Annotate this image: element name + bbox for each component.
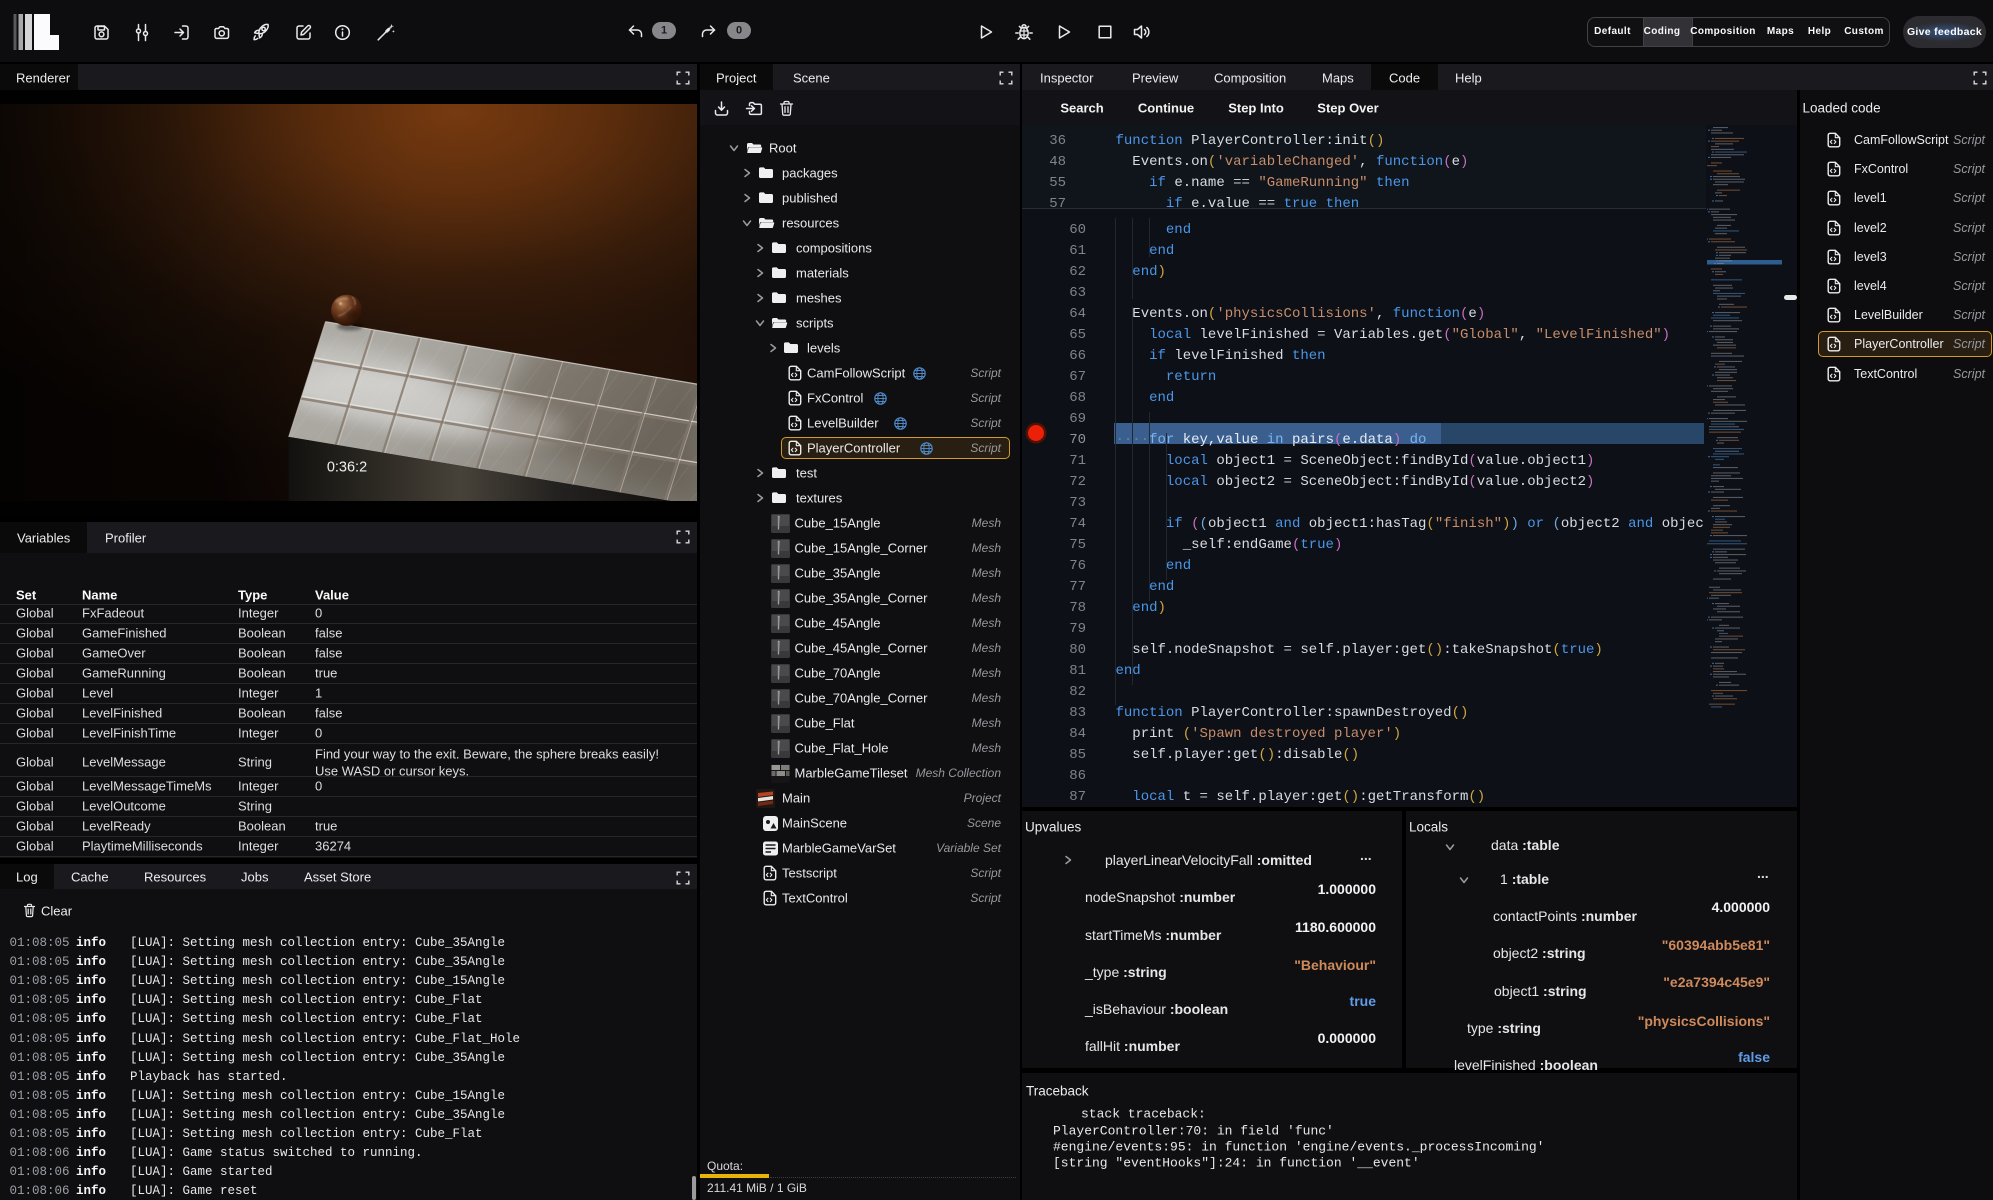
svg-text:0:36:2: 0:36:2 <box>327 460 367 476</box>
